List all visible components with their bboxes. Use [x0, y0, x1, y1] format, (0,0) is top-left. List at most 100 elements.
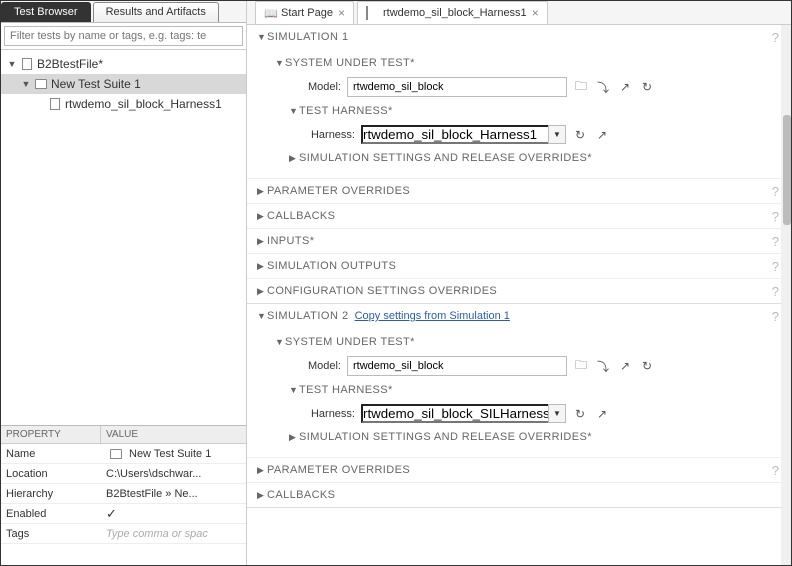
section-header-sim1[interactable]: ▼ SIMULATION 1 ? — [247, 25, 791, 49]
help-icon[interactable]: ? — [772, 284, 779, 299]
help-icon[interactable]: ? — [772, 309, 779, 324]
tab-results[interactable]: Results and Artifacts — [93, 2, 219, 22]
caret-down-icon: ▼ — [289, 385, 299, 395]
file-icon — [48, 97, 62, 111]
help-icon[interactable]: ? — [772, 30, 779, 45]
tab-test-browser[interactable]: Test Browser — [1, 2, 91, 22]
tree-root[interactable]: ▼ B2BtestFile* — [1, 54, 246, 74]
subsection-title: TEST HARNESS* — [299, 105, 393, 117]
prop-key: Hierarchy — [1, 488, 101, 500]
section-title: SIMULATION 1 — [267, 31, 349, 43]
props-header-property: PROPERTY — [1, 426, 101, 443]
tree-root-label: B2BtestFile* — [37, 57, 103, 71]
row-label: SIMULATION OUTPUTS — [267, 260, 396, 272]
caret-right-icon: ▶ — [257, 490, 267, 501]
harness-select[interactable] — [361, 125, 548, 144]
scroll-thumb[interactable] — [783, 115, 791, 225]
chevron-down-icon[interactable]: ▼ — [548, 125, 566, 144]
tab-label: Start Page — [281, 7, 333, 19]
prop-value-tags[interactable]: Type comma or spac — [101, 528, 246, 540]
book-icon: 📖 — [264, 7, 276, 19]
document-tabs: 📖 Start Page × rtwdemo_sil_block_Harness… — [247, 1, 791, 25]
tree-suite-label: New Test Suite 1 — [51, 77, 141, 91]
prop-row-tags: Tags Type comma or spac — [1, 524, 246, 544]
row-config-overrides[interactable]: ▶ CONFIGURATION SETTINGS OVERRIDES ? — [247, 278, 791, 303]
open-icon[interactable]: ↗ — [617, 358, 633, 374]
left-tabs: Test Browser Results and Artifacts — [1, 1, 246, 23]
prop-value-enabled[interactable]: ✓ — [101, 506, 246, 522]
subsection-title: SIMULATION SETTINGS AND RELEASE OVERRIDE… — [299, 152, 592, 164]
browse-icon[interactable]: 🗀 — [573, 79, 589, 95]
prop-row-hierarchy: Hierarchy B2BtestFile » Ne... — [1, 484, 246, 504]
row-model: Model: 🗀 ⤵ ↗ ↻ — [275, 73, 781, 101]
help-icon[interactable]: ? — [772, 259, 779, 274]
tree-testcase[interactable]: rtwdemo_sil_block_Harness1 — [1, 94, 246, 114]
refresh-icon[interactable]: ↻ — [639, 79, 655, 95]
row-param-overrides-2[interactable]: ▶ PARAMETER OVERRIDES ? — [247, 457, 791, 482]
field-label: Model: — [289, 360, 341, 372]
caret-right-icon: ▶ — [257, 211, 267, 222]
caret-right-icon: ▶ — [257, 261, 267, 272]
caret-down-icon[interactable]: ▼ — [7, 59, 17, 69]
refresh-icon[interactable]: ↻ — [572, 127, 588, 143]
tree-testcase-label: rtwdemo_sil_block_Harness1 — [65, 97, 222, 111]
row-callbacks[interactable]: ▶ CALLBACKS ? — [247, 203, 791, 228]
row-sim-outputs[interactable]: ▶ SIMULATION OUTPUTS ? — [247, 253, 791, 278]
caret-right-icon: ▶ — [257, 286, 267, 297]
help-icon[interactable]: ? — [772, 209, 779, 224]
help-icon[interactable]: ? — [772, 184, 779, 199]
subsection-sut-2[interactable]: ▼ SYSTEM UNDER TEST* — [275, 332, 781, 352]
prop-row-location: Location C:\Users\dschwar... — [1, 464, 246, 484]
open-icon[interactable]: ↗ — [594, 406, 610, 422]
subsection-sut[interactable]: ▼ SYSTEM UNDER TEST* — [275, 53, 781, 73]
caret-right-icon: ▶ — [257, 236, 267, 247]
caret-right-icon: ▶ — [289, 432, 299, 443]
folder-icon — [109, 447, 123, 461]
prop-value[interactable]: New Test Suite 1 — [101, 447, 246, 461]
close-icon[interactable]: × — [338, 6, 345, 20]
row-inputs[interactable]: ▶ INPUTS* ? — [247, 228, 791, 253]
tab-start-page[interactable]: 📖 Start Page × — [255, 1, 354, 24]
check-icon: ✓ — [106, 506, 117, 522]
model-input-2[interactable] — [347, 356, 567, 376]
row-label: CALLBACKS — [267, 210, 335, 222]
subsection-harness-2[interactable]: ▼ TEST HARNESS* — [275, 380, 781, 400]
section-header-sim2[interactable]: ▼ SIMULATION 2 Copy settings from Simula… — [247, 304, 791, 328]
open-icon[interactable]: ↗ — [594, 127, 610, 143]
tab-testcase[interactable]: rtwdemo_sil_block_Harness1 × — [357, 1, 548, 24]
section-title: SIMULATION 2 — [267, 310, 349, 322]
add-icon[interactable]: ⤵ — [595, 358, 611, 374]
caret-right-icon: ▶ — [257, 465, 267, 476]
file-icon — [20, 57, 34, 71]
subsection-harness[interactable]: ▼ TEST HARNESS* — [275, 101, 781, 121]
chevron-down-icon[interactable]: ▼ — [548, 404, 566, 423]
close-icon[interactable]: × — [532, 6, 539, 20]
scrollbar[interactable] — [781, 25, 791, 565]
open-icon[interactable]: ↗ — [617, 79, 633, 95]
caret-down-icon[interactable]: ▼ — [21, 79, 31, 89]
prop-value[interactable]: B2BtestFile » Ne... — [101, 488, 246, 500]
row-param-overrides[interactable]: ▶ PARAMETER OVERRIDES ? — [247, 178, 791, 203]
model-input[interactable] — [347, 77, 567, 97]
harness-select-2[interactable] — [361, 404, 548, 423]
help-icon[interactable]: ? — [772, 234, 779, 249]
refresh-icon[interactable]: ↻ — [639, 358, 655, 374]
subsection-simset-2[interactable]: ▶ SIMULATION SETTINGS AND RELEASE OVERRI… — [275, 427, 781, 447]
test-tree: ▼ B2BtestFile* ▼ New Test Suite 1 rtwdem… — [1, 50, 246, 425]
copy-settings-link[interactable]: Copy settings from Simulation 1 — [355, 310, 510, 322]
subsection-simset[interactable]: ▶ SIMULATION SETTINGS AND RELEASE OVERRI… — [275, 148, 781, 168]
prop-key: Location — [1, 468, 101, 480]
prop-value[interactable]: C:\Users\dschwar... — [101, 468, 246, 480]
tree-suite[interactable]: ▼ New Test Suite 1 — [1, 74, 246, 94]
field-label: Harness: — [303, 408, 355, 420]
help-icon[interactable]: ? — [772, 463, 779, 478]
add-icon[interactable]: ⤵ — [595, 79, 611, 95]
prop-row-enabled: Enabled ✓ — [1, 504, 246, 524]
row-callbacks-2[interactable]: ▶ CALLBACKS — [247, 482, 791, 507]
subsection-title: SYSTEM UNDER TEST* — [285, 57, 415, 69]
filter-input[interactable] — [4, 26, 243, 46]
browse-icon[interactable]: 🗀 — [573, 358, 589, 374]
prop-row-name: Name New Test Suite 1 — [1, 444, 246, 464]
subsection-title: TEST HARNESS* — [299, 384, 393, 396]
refresh-icon[interactable]: ↻ — [572, 406, 588, 422]
